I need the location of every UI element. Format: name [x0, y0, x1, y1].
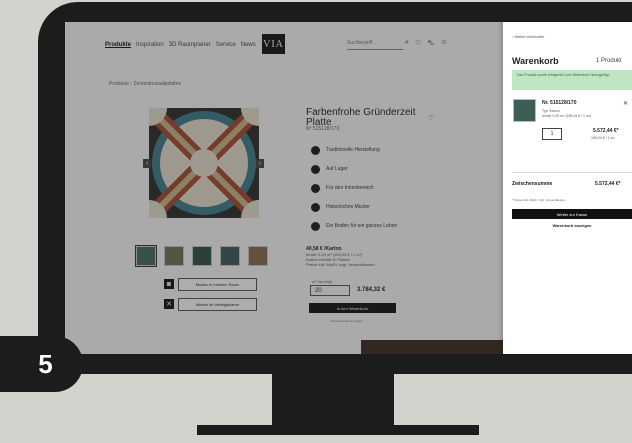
cart-item-quantity[interactable]: 1 — [542, 128, 562, 140]
cart-count: 1 Produkt — [596, 58, 622, 64]
monitor-stand — [272, 374, 394, 426]
monitor-base — [197, 425, 479, 435]
cart-item-unit-price: 159,24 € / 1 m² — [591, 136, 615, 140]
cart-item-content: Inhalt: 0,25 m² (159,24 € / 1 m²) — [542, 114, 592, 118]
cart-item-name: Nr. 515128/170 — [542, 100, 577, 106]
step-number: 5 — [38, 348, 53, 379]
step-badge: 5 — [0, 336, 83, 392]
success-notice: Das Produkt wurde erfolgreich zum Warenk… — [512, 70, 632, 90]
view-cart-link[interactable]: Warenkorb anzeigen — [512, 223, 632, 228]
monitor-screen: Produkte Inspiration 3D Raumplaner Servi… — [65, 22, 632, 354]
continue-shopping-link[interactable]: ‹ Weiter einkaufen — [512, 34, 544, 39]
checkout-button[interactable]: Weiter zur Kasse — [512, 209, 632, 219]
subtotal-value: 5.572,44 €* — [595, 181, 621, 187]
cart-item-image — [513, 99, 536, 122]
cart-title: Warenkorb — [512, 56, 559, 66]
subtotal-note: * Preise inkl. MwSt. zzgl. Versandkosten — [512, 198, 566, 202]
cart-item-meta: Typ: Kanon Inhalt: 0,25 m² (159,24 € / 1… — [542, 109, 591, 119]
cart-item-price: 5.572,44 €* — [593, 128, 619, 134]
subtotal-label: Zwischensumme — [512, 181, 553, 187]
remove-item-icon[interactable]: ✕ — [623, 100, 628, 107]
dim-overlay[interactable] — [65, 22, 503, 354]
divider — [512, 172, 632, 173]
cart-drawer: ‹ Weiter einkaufen Warenkorb 1 Produkt D… — [503, 22, 632, 354]
